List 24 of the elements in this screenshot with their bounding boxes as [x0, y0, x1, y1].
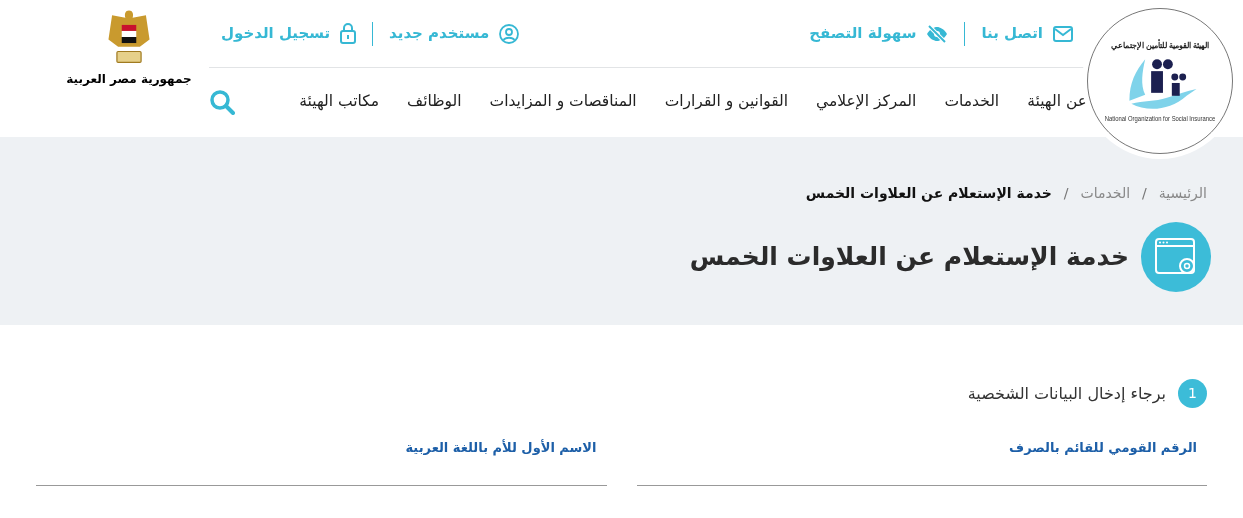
emblem-caption: جمهورية مصر العربية	[66, 71, 192, 88]
eagle-emblem-icon	[106, 8, 152, 66]
step-title: برجاء إدخال البيانات الشخصية	[967, 382, 1166, 406]
logo-drawing[interactable]	[1129, 59, 1197, 109]
nav-link[interactable]: عن الهيئة	[1027, 90, 1087, 114]
step-number: 1	[1178, 379, 1207, 408]
breadcrumb-separator: /	[1063, 184, 1069, 203]
eye-slash-icon	[926, 24, 949, 43]
user-icon	[499, 23, 520, 44]
nav-link[interactable]: الوظائف	[407, 90, 462, 114]
page-title: خدمة الإستعلام عن العلاوات الخمس	[689, 242, 1129, 272]
nav-link[interactable]: مكاتب الهيئة	[299, 90, 380, 114]
field-label: الرقم القومي للقائم بالصرف	[1008, 439, 1198, 457]
mail-icon	[1053, 25, 1073, 42]
search-button[interactable]	[209, 89, 235, 115]
breadcrumb-separator: /	[1142, 184, 1147, 203]
lock-icon	[340, 23, 357, 44]
nav-link[interactable]: الخدمات	[944, 90, 1000, 114]
nav-link[interactable]: القوانين و القرارات	[664, 90, 789, 114]
breadcrumb-current: خدمة الإستعلام عن العلاوات الخمس	[805, 184, 1052, 204]
nav-link[interactable]: المناقصات و المزايدات	[489, 90, 637, 114]
nav-link[interactable]: المركز الإعلامي	[816, 90, 917, 114]
field-label: الاسم الأول للأم باللغة العربية	[404, 438, 598, 458]
logo-text: الهيئة القومية للتأمين الإجتماعي	[1110, 41, 1210, 51]
